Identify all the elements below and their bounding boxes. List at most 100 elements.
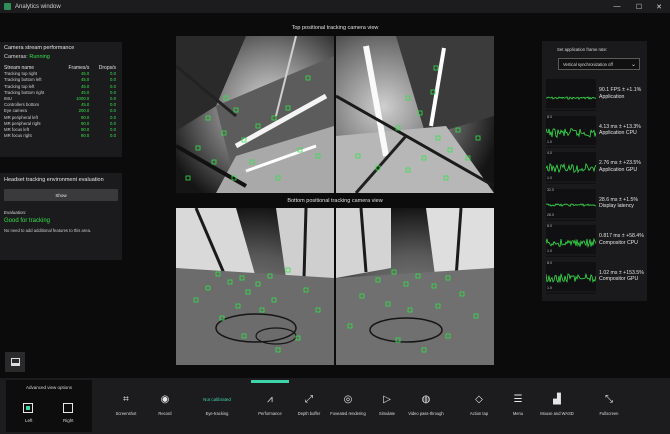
simulate-label: Simulate (379, 411, 395, 416)
stream-name: MR focus right (4, 133, 32, 139)
depth-buffer-button[interactable]: ⤢ Depth buffer (289, 390, 329, 430)
minimize-button[interactable]: — (606, 0, 628, 13)
evaluation-value: Good for tracking (4, 218, 51, 224)
eye-tracking-label: Eye-tracking (205, 411, 229, 416)
metric-application-gpu: 4.0 1.0 2.76 ms ± +23.5% Application GPU (546, 151, 646, 184)
metric-label: Application (599, 93, 625, 100)
table-row: MR focus right 90.0 0.0 (4, 133, 118, 139)
bottom-left-camera-image (176, 208, 334, 365)
mouse-and-wasd-label: Mouse and WASD (540, 411, 574, 416)
performance-button[interactable]: ⩘ Performance (250, 390, 290, 430)
left-eye-checkbox[interactable] (23, 403, 33, 413)
performance-icon: ⩘ (267, 393, 273, 405)
top-left-camera-image (176, 36, 334, 193)
foveated-rendering-button[interactable]: ◎ Foveated rendering (328, 390, 368, 430)
right-eye-checkbox[interactable] (63, 403, 73, 413)
top-right-camera-image (336, 36, 494, 193)
performance-label: Performance (258, 411, 282, 416)
frame-rate-select[interactable]: Vertical synchronization off ⌄ (558, 58, 640, 70)
frame-rate-label: Set application frame rate: (557, 47, 608, 52)
drops-per-second: 0.0 (110, 133, 116, 139)
metric-display-latency: 32.0 26.0 28.6 ms ± +1.5% Display latency (546, 187, 646, 221)
close-button[interactable]: ✕ (648, 0, 670, 13)
bottom-left-camera-view (176, 208, 334, 365)
menu-label: Menu (512, 411, 524, 416)
stream-table: Stream name Frames/s Drops/s Tracking to… (4, 65, 118, 139)
action-tap-icon: ◇ (475, 393, 483, 405)
menu-button[interactable]: ☰ Menu (498, 390, 538, 430)
maximize-button[interactable]: ☐ (628, 0, 650, 13)
stream-panel-title: Camera stream performance (4, 45, 75, 51)
app-icon (4, 3, 11, 10)
environment-panel: Headset tracking environment evaluation … (0, 173, 122, 260)
foveated-rendering-label: Foveated rendering (330, 411, 366, 416)
axis-min-label: 26.0 (547, 212, 554, 217)
cameras-status: Running (29, 54, 50, 60)
frames-per-second: 90.0 (80, 133, 90, 139)
evaluation-label: Evaluation: (4, 210, 27, 215)
screenshot-label: Screenshot (115, 411, 137, 416)
metric-label: Compositor CPU (599, 239, 638, 246)
panel-icon (10, 358, 20, 366)
foveated-rendering-icon: ◎ (343, 393, 353, 405)
video-pass-through-icon: ◍ (421, 393, 431, 405)
eye-tracking-button[interactable]: Not calibrated Eye-tracking (197, 390, 237, 430)
axis-max-label: 4.0 (547, 151, 552, 155)
screenshot-icon: ⌗ (123, 393, 129, 405)
metric-label: Application CPU (599, 130, 637, 136)
record-button[interactable]: ◉ Record (145, 390, 185, 430)
action-tap-button[interactable]: ◇ Action tap (459, 390, 499, 430)
axis-min-label: 1.0 (547, 249, 552, 253)
window-title: Analytics window (15, 3, 61, 10)
performance-panel: Set application frame rate: Vertical syn… (542, 41, 647, 301)
action-tap-label: Action tap (469, 411, 489, 416)
bottom-right-camera-image (336, 208, 494, 365)
not-calibrated-status: Not calibrated (203, 396, 231, 402)
screenshot-button[interactable]: ⌗ Screenshot (106, 390, 146, 430)
chevron-down-icon: ⌄ (630, 61, 636, 68)
evaluation-note: No need to add additional features to th… (4, 228, 92, 233)
stream-performance-panel: Camera stream performance Cameras: Runni… (0, 42, 122, 157)
frame-rate-value: Vertical synchronization off (563, 61, 613, 67)
axis-max-label: 8.0 (547, 224, 552, 228)
show-button[interactable]: Show (4, 189, 118, 201)
depth-buffer-icon: ⤢ (305, 393, 313, 405)
depth-buffer-label: Depth buffer (297, 411, 321, 416)
mouse-and-wasd-icon: ▟ (553, 393, 561, 405)
fullscreen-button[interactable]: ⤡ Fullscreen (589, 390, 629, 430)
performance-active-indicator (251, 380, 289, 383)
metric-compositor-cpu: 8.0 1.0 0.817 ms ± +58.4% Compositor CPU (546, 224, 646, 257)
fullscreen-icon: ⤡ (605, 393, 613, 405)
advanced-options-title: Advanced view options (25, 385, 73, 390)
left-checkbox-label: Left (25, 418, 33, 423)
right-checkbox-label: Right (63, 418, 74, 423)
record-label: Record (158, 411, 172, 416)
close-icon: ✕ (656, 3, 662, 11)
metric-sparkline (546, 261, 596, 294)
simulate-button[interactable]: ▷ Simulate (367, 390, 407, 430)
top-left-camera-view (176, 36, 334, 193)
metric-label: Application GPU (599, 166, 638, 173)
axis-max-label: 8.0 (547, 260, 552, 265)
mouse-and-wasd-button[interactable]: ▟ Mouse and WASD (537, 390, 577, 430)
toolbar-toggle-button[interactable] (5, 352, 25, 372)
axis-max-label: 32.0 (547, 187, 554, 192)
axis-min-label: 1.0 (547, 176, 552, 180)
axis-min-label: 1.0 (547, 139, 552, 144)
bottom-camera-title: Bottom positional tracking camera view (287, 198, 383, 204)
metric-sparkline (546, 79, 596, 111)
video-pass-through-button[interactable]: ◍ Video pass-through (406, 390, 446, 430)
title-bar: Analytics window — ☐ ✕ (0, 0, 670, 13)
metric-sparkline (546, 115, 596, 148)
top-right-camera-view (336, 36, 494, 193)
maximize-icon: ☐ (635, 3, 643, 11)
fullscreen-label: Fullscreen (599, 411, 619, 416)
metric-application-cpu: 8.0 1.0 4.13 ms ± +13.3% Application CPU (546, 114, 646, 148)
minimize-icon: — (613, 3, 621, 10)
bottom-right-camera-view (336, 208, 494, 365)
top-camera-title: Top positional tracking camera view (291, 25, 379, 31)
metric-label: Display latency (599, 203, 634, 209)
show-button-label: Show (55, 192, 67, 198)
metric-sparkline (546, 225, 596, 257)
axis-max-label: 8.0 (547, 114, 552, 119)
